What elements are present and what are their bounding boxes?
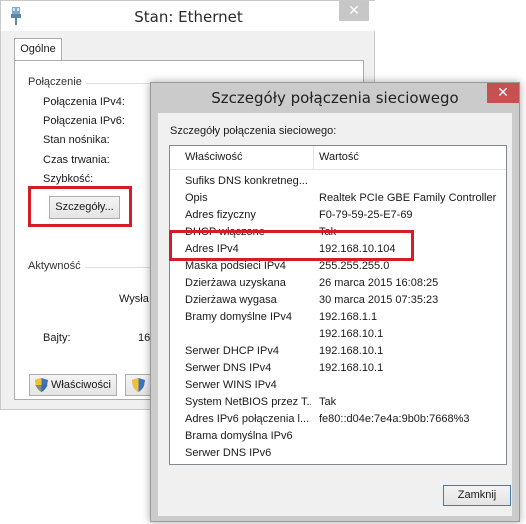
properties-button[interactable]: Właściwości [29,374,117,396]
property-cell: Dzierżawa uzyskana [185,277,286,289]
list-item[interactable]: Serwer DNS IPv4 192.168.10.1 [170,361,506,378]
list-item[interactable]: 192.168.10.1 [170,327,506,344]
list-item[interactable]: Maska podsieci IPv4 255.255.255.0 [170,259,506,276]
uac-shield-icon [132,378,145,393]
property-cell: System NetBIOS przez T... [185,396,311,408]
speed-label: Szybkość: [43,173,94,185]
property-cell: Maska podsieci IPv4 [185,260,286,272]
list-item[interactable]: Brama domyślna IPv6 [170,429,506,446]
properties-button-label: Właściwości [51,379,111,391]
property-cell: Serwer DNS IPv4 [185,362,272,374]
media-state-label: Stan nośnika: [43,134,110,146]
list-item[interactable]: Sufiks DNS konkretneg... [170,174,506,191]
property-cell: Brama domyślna IPv6 [185,430,293,442]
value-cell: 255.255.255.0 [319,260,390,272]
details-rows: Sufiks DNS konkretneg... Opis Realtek PCI… [170,174,506,463]
connection-group-label: Połączenie [28,76,86,88]
value-cell: 192.168.10.1 [319,362,384,374]
property-cell: Serwer WINS IPv4 [185,379,277,391]
duration-label: Czas trwania: [43,154,110,166]
dialog-title: Szczegóły połączenia sieciowego [211,89,459,107]
column-header-property[interactable]: Właściwość [185,151,242,163]
close-icon: ✕ [348,3,360,19]
value-cell: 192.168.10.1 [319,328,384,340]
value-cell: Tak [319,396,337,408]
property-cell: Dzierżawa wygasa [185,294,277,306]
value-cell: 192.168.1.1 [319,311,378,323]
property-cell: Adres fizyczny [185,209,256,221]
value-cell: 30 marca 2015 07:35:23 [319,294,439,306]
network-connection-details-dialog: Szczegóły połączenia sieciowego ✕ Szczeg… [150,82,520,522]
dialog-close-button[interactable]: ✕ [487,83,519,103]
details-button-highlight [28,186,132,227]
list-item[interactable]: Adres IPv6 połączenia l... fe80::d04e:7e4… [170,412,506,429]
list-item[interactable]: Serwer DNS IPv6 [170,446,506,463]
tab-general[interactable]: Ogólne [14,38,62,61]
column-header-value[interactable]: Wartość [319,151,359,163]
dialog-body: Szczegóły połączenia sieciowego: Właściw… [158,113,512,516]
bytes-label: Bajty: [43,332,71,344]
list-item[interactable]: Dzierżawa wygasa 30 marca 2015 07:35:23 [170,293,506,310]
property-cell: Sufiks DNS konkretneg... [185,175,308,187]
value-cell: Realtek PCIe GBE Family Controller [319,192,497,204]
list-item[interactable]: Serwer WINS IPv4 [170,378,506,395]
uac-shield-icon [35,378,49,393]
list-item[interactable]: Dzierżawa uzyskana 26 marca 2015 16:08:25 [170,276,506,293]
column-separator[interactable] [313,146,314,170]
value-cell: F0-79-59-25-E7-69 [319,209,413,221]
details-caption: Szczegóły połączenia sieciowego: [170,125,337,137]
ipv4-address-highlight [169,230,414,261]
details-list[interactable]: Właściwość Wartość Sufiks DNS konkretneg… [169,145,507,465]
bytes-sent-value: 16 [138,332,151,344]
property-cell: Serwer DNS IPv6 [185,447,272,459]
list-item[interactable]: Bramy domyślne IPv4 192.168.1.1 [170,310,506,327]
sent-label: Wysła [119,293,149,305]
list-item[interactable]: Serwer DHCP IPv4 192.168.10.1 [170,344,506,361]
list-item[interactable]: Opis Realtek PCIe GBE Family Controller [170,191,506,208]
value-cell: 26 marca 2015 16:08:25 [319,277,439,289]
ipv4-connectivity-label: Połączenia IPv4: [43,96,125,108]
property-cell: Opis [185,192,208,204]
close-icon: ✕ [497,85,509,101]
window-title: Stan: Ethernet [134,8,243,26]
list-item[interactable]: System NetBIOS przez T... Tak [170,395,506,412]
property-cell: Serwer DHCP IPv4 [185,345,279,357]
back-window-close-button[interactable]: ✕ [339,1,369,21]
value-cell: fe80::d04e:7e4a:9b0b:7668%3 [319,413,470,425]
close-button[interactable]: Zamknij [443,485,511,506]
property-cell: Bramy domyślne IPv4 [185,311,292,323]
details-list-header: Właściwość Wartość [170,146,506,170]
list-item[interactable]: Adres fizyczny F0-79-59-25-E7-69 [170,208,506,225]
activity-group-label: Aktywność [28,260,85,272]
ethernet-status-titlebar: Stan: Ethernet ✕ [1,1,376,31]
value-cell: 192.168.10.1 [319,345,384,357]
property-cell: Adres IPv6 połączenia l... [185,413,310,425]
ipv6-connectivity-label: Połączenia IPv6: [43,115,125,127]
